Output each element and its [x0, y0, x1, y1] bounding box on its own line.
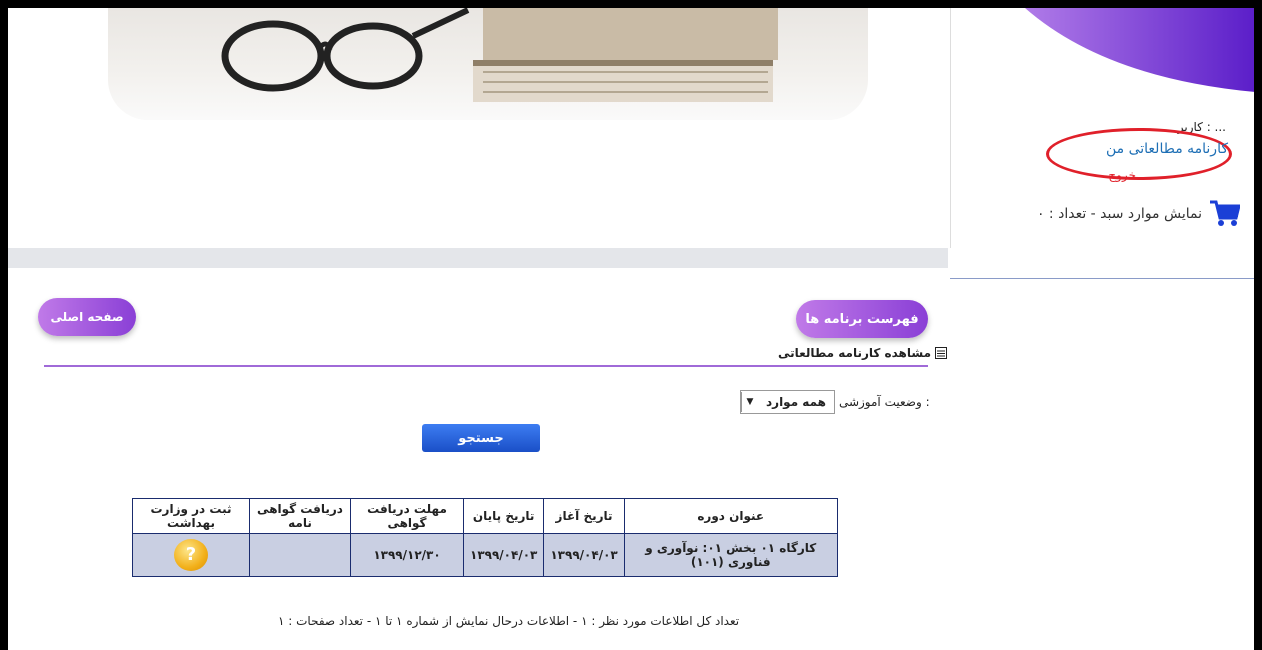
ministry-registration-cell: ? [132, 533, 250, 577]
panel-divider [950, 248, 1254, 279]
certificate-receive-cell [249, 533, 351, 577]
status-label: وضعیت آموزشی : [838, 395, 930, 409]
glasses-books-illustration [221, 8, 778, 102]
question-icon[interactable]: ? [174, 539, 208, 571]
page-frame: کاربر : ... کارنامه مطالعاتی من خروج نما… [8, 8, 1254, 650]
column-header: مهلت دریافت گواهی [350, 498, 464, 534]
logout-link[interactable]: خروج [1108, 168, 1136, 182]
programs-list-button[interactable]: فهرست برنامه ها [796, 300, 928, 338]
end-date-cell: ۱۳۹۹/۰۴/۰۳ [462, 533, 545, 577]
header-divider-strip [8, 248, 948, 268]
start-date-cell: ۱۳۹۹/۰۴/۰۳ [543, 533, 625, 577]
section-underline [44, 365, 928, 367]
certificate-deadline-cell: ۱۳۹۹/۱۲/۳۰ [350, 533, 464, 577]
cart-text: نمایش موارد سبد - تعداد : ۰ [1036, 206, 1202, 222]
status-select[interactable]: ▼ همه موارد [740, 390, 835, 414]
status-filter: ▼ همه موارد وضعیت آموزشی : [740, 390, 930, 414]
table-header-row: عنوان دوره تاریخ آغاز تاریخ پایان مهلت د… [132, 498, 838, 534]
column-header: عنوان دوره [623, 498, 838, 534]
table-row: کارگاه ۰۱ بخش ۰۱: نوآوری و فناوری (۱۰۱) … [132, 533, 838, 577]
banner-image [108, 8, 868, 120]
list-icon [935, 347, 948, 359]
column-header: تاریخ آغاز [543, 498, 625, 534]
cart-summary[interactable]: نمایش موارد سبد - تعداد : ۰ [1037, 200, 1240, 228]
status-select-value: همه موارد [766, 395, 826, 409]
column-header: تاریخ پایان [462, 498, 545, 534]
section-heading: مشاهده کارنامه مطالعاتی [778, 346, 948, 360]
column-header: ثبت در وزارت بهداشت [132, 498, 250, 534]
results-table: عنوان دوره تاریخ آغاز تاریخ پایان مهلت د… [132, 498, 838, 577]
shopping-cart-icon [1210, 200, 1240, 226]
purple-swoosh-decoration [1025, 8, 1254, 96]
search-button[interactable]: جستجو [422, 424, 540, 452]
chevron-down-icon[interactable]: ▼ [741, 392, 758, 412]
my-study-report-link[interactable]: کارنامه مطالعاتی من [1106, 141, 1228, 157]
header-banner [8, 8, 948, 248]
column-header: دریافت گواهی نامه [249, 498, 351, 534]
course-title-cell: کارگاه ۰۱ بخش ۰۱: نوآوری و فناوری (۱۰۱) [623, 533, 838, 577]
home-page-button[interactable]: صفحه اصلی [38, 298, 136, 336]
pagination-summary: تعداد کل اطلاعات مورد نظر : ۱ - اطلاعات … [278, 614, 740, 628]
section-title-text: مشاهده کارنامه مطالعاتی [778, 346, 932, 360]
